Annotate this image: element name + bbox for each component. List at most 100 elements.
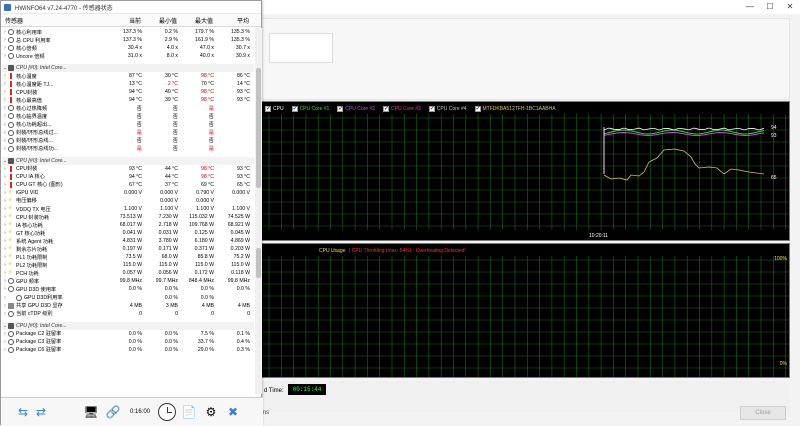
sensor-row[interactable]: › ⚡ IA 核心功耗 68.017 W 2.718 W 109.768 W 68.921 … [2, 221, 254, 229]
sensor-value: 是 [208, 146, 214, 153]
col-current[interactable]: 当前 [109, 16, 145, 25]
nav-left-icon[interactable]: ⇆ [15, 402, 31, 422]
legend-item[interactable]: CPU [265, 105, 284, 112]
sensor-row[interactable]: › 核心过热降频 否 否 是 [2, 104, 254, 112]
sensor-row[interactable]: › Package C2 驻留率 0.0 % 0.0 % 7.5 % 0.1 % [2, 330, 254, 338]
sensor-row[interactable]: › 核心利用率 137.3 % 0.2 % 179.7 % 135.3 % [2, 28, 254, 36]
close-button[interactable]: Close [740, 406, 786, 420]
settings-icon[interactable]: ⚙ [201, 402, 221, 422]
sensor-row[interactable]: › CPU IA 核心 94 °C 44 °C 98 °C 93 °C [2, 173, 254, 181]
value-94: 94 [771, 125, 777, 131]
sensor-row[interactable]: › Uncore 倍频 31.0 x 8.0 x 40.0 x 30.9 x [2, 52, 254, 60]
sensor-row[interactable]: › ⚡ iGPU VID 0.000 V 0.000 V 0.790 V 0.000 V [2, 189, 254, 197]
sensor-group-row[interactable]: ⌄ CPU [#0]: Intel Core... [2, 64, 254, 73]
maximize-icon[interactable]: ☐ [760, 0, 780, 14]
legend-item[interactable]: CPU Core #1 [291, 105, 329, 112]
sensor-row[interactable]: › ⚡ PCH 功耗 0.057 W 0.056 W 0.172 W 0.118 W [2, 269, 254, 277]
checkbox-icon[interactable] [428, 105, 435, 112]
checkbox-icon[interactable] [337, 105, 343, 112]
sensor-value: 0.125 W [194, 230, 214, 237]
sensor-label: 剩余芯片功耗 [16, 246, 48, 253]
sensor-label: 核心最高值 [16, 97, 42, 104]
lightning-icon: ⚡ [8, 214, 13, 221]
sensor-name-cell: › CPU封装 [2, 89, 110, 96]
ssd-line [603, 148, 765, 181]
checkbox-icon[interactable] [474, 105, 481, 112]
sensor-value: 115.0 W [195, 262, 214, 269]
col-min[interactable]: 最小值 [145, 16, 181, 25]
close-x-icon[interactable]: ✖ [223, 402, 243, 422]
col-max[interactable]: 最大值 [181, 16, 217, 25]
sensor-row[interactable]: › ⚡ CPU 封装功耗 73.513 W 7.230 W 115.032 W 74.525… [2, 213, 254, 221]
col-avg[interactable]: 平均 [217, 16, 253, 25]
sensor-row[interactable]: › 封装/环形总线过... 是 否 是 [2, 129, 254, 137]
cpu-usage-graph: CPU Usage | CPU Throttling (max: 54%) - … [258, 243, 790, 378]
sensor-name-cell: › 核心临界温度 [2, 113, 110, 120]
sensor-row[interactable]: › ⚡ PL1 功耗限制 73.5 W 68.0 W 85.8 W 75.2 W [2, 253, 254, 261]
sensor-row[interactable]: › 核心最高值 94 °C 39 °C 98 °C 93 °C [2, 96, 254, 104]
sensor-row[interactable]: › ⚡ VDDQ TX 电压 1.100 V 1.100 V 1.100 V 1.100 V [2, 205, 254, 213]
sensor-row[interactable]: › 封装/环形总线功... 是 否 是 [2, 145, 254, 153]
sensor-name-cell: › 核心温度距 TJ... [2, 81, 110, 88]
sensor-row[interactable]: › Package C6 驻留率 0.0 % 0.0 % 29.0 % 0.3 % [2, 346, 254, 354]
checkbox-icon[interactable] [265, 105, 271, 112]
col-sensor[interactable]: 传感器 [1, 16, 109, 25]
sensor-scrollbar[interactable] [255, 28, 262, 394]
sensor-label: iGPU VID [16, 189, 39, 196]
sensor-name-cell: › ⚡ PL2 功耗限制 [2, 262, 110, 269]
sensor-row[interactable]: › GPU D3D利用率 0.0 % 0.0 % [2, 294, 254, 302]
sensor-row[interactable]: › ⚡ 电压偏移 0.000 V 0.000 V [2, 197, 254, 205]
sensor-value: 69 °C [200, 181, 214, 188]
sensor-row[interactable]: › GPU 频率 99.8 MHz 99.7 MHz 848.4 MHz 99.8 MHz [2, 277, 254, 285]
connection-icon[interactable]: 🔗 [103, 402, 123, 422]
sensor-row[interactable]: › CPU GT 核心 (图形) 67 °C 37 °C 69 °C 65 °C [2, 181, 254, 189]
sensor-row[interactable]: › ⚡ 系统 Agent 功耗 4.831 W 3.780 W 6.180 W 4.869 … [2, 237, 254, 245]
legend-item[interactable]: CPU Core #4 [428, 105, 467, 112]
sensor-row[interactable]: › CPU封装 94 °C 40 °C 98 °C 93 °C [2, 88, 254, 96]
sensor-row[interactable]: › 总 CPU 利用率 137.3 % 2.9 % 161.9 % 135.3 % [2, 36, 254, 44]
thermometer-icon [8, 165, 14, 172]
sensor-value: 否 [172, 146, 178, 153]
sensor-label: 封装/环形总线过... [16, 130, 59, 137]
sensor-label: 共享 GPU D3D 显存 [16, 303, 63, 310]
report-icon[interactable]: 📄 [179, 402, 199, 422]
sensor-value: 0.172 W [194, 270, 214, 277]
sensor-row[interactable]: › 当前 cTDP 级别 0 0 0 0 [2, 310, 254, 318]
clock-icon[interactable] [157, 402, 177, 422]
lightning-icon: ⚡ [8, 189, 13, 196]
legend-item[interactable]: CPU Core #2 [337, 105, 375, 112]
elapsed-time-label: d Time: [264, 388, 284, 394]
sensor-row[interactable]: › ⚡ PL2 功耗限制 115.0 W 115.0 W 115.0 W 115.0 W [2, 261, 254, 269]
sensor-row[interactable]: › 封装/环形总线... 否 否 否 [2, 137, 254, 145]
sensor-value: 74.525 W [227, 214, 250, 221]
sensor-row[interactable]: › 核心功耗超出... 否 否 否 [2, 121, 254, 129]
sensor-row[interactable]: › 核心倍频 30.4 x 4.0 x 47.0 x 30.7 x [2, 44, 254, 52]
sensor-row[interactable]: › CPU封装 93 °C 44 °C 98 °C 93 °C [2, 165, 254, 173]
legend-item[interactable]: MTFDKBA512TFH-1BC1AABHA [474, 105, 556, 112]
checkbox-icon[interactable] [383, 105, 389, 112]
sensor-row[interactable]: › GPU D3D 使用率 0.0 % 0.0 % 0.0 % 0.0 % [2, 285, 254, 293]
scroll-thumb-secondary[interactable] [256, 248, 261, 278]
sensor-value: 否 [172, 138, 178, 145]
nav-right-icon[interactable]: ⇄ [33, 402, 49, 422]
sensor-value: 0.031 W [158, 230, 178, 237]
sensor-row[interactable]: › 核心临界温度 否 否 否 [2, 112, 254, 120]
sensor-label: CPU [#0]: Intel Core... [16, 65, 67, 72]
network-icon[interactable]: 🖥 [81, 402, 101, 422]
sensor-row[interactable]: › 共享 GPU D3D 显存 4 MB 3 MB 4 MB 4 MB [2, 302, 254, 310]
sensor-row[interactable]: › 核心温度 87 °C 30 °C 98 °C 86 °C [2, 72, 254, 80]
sensor-row[interactable]: › 核心温度距 TJ... 13 °C 2 °C 70 °C 14 °C [2, 80, 254, 88]
checkbox-icon[interactable] [291, 105, 298, 112]
close-icon[interactable]: ✕ [780, 0, 800, 14]
sensor-group-row[interactable]: ⌄ CPU [#0]: Intel Core... [2, 156, 254, 165]
minimize-icon[interactable]: — [740, 0, 760, 14]
sensor-row[interactable]: › Package C3 驻留率 0.0 % 0.0 % 33.7 % 0.4 % [2, 338, 254, 346]
scroll-thumb[interactable] [256, 68, 261, 188]
legend-item[interactable]: CPU Core #3 [383, 105, 421, 112]
sensor-group-row[interactable]: ⌄ CPU [#0]: Intel Core... [2, 321, 254, 330]
sensor-row[interactable]: › ⚡ GT 核心功耗 0.041 W 0.031 W 0.125 W 0.045 W [2, 229, 254, 237]
gauge-icon [8, 45, 14, 52]
expand-icon[interactable]: › [2, 295, 8, 301]
sensor-row[interactable]: › ⚡ 剩余芯片功耗 0.197 W 0.171 W 0.371 W 0.203 W [2, 245, 254, 253]
sensor-value: 0.0 % [128, 346, 142, 353]
